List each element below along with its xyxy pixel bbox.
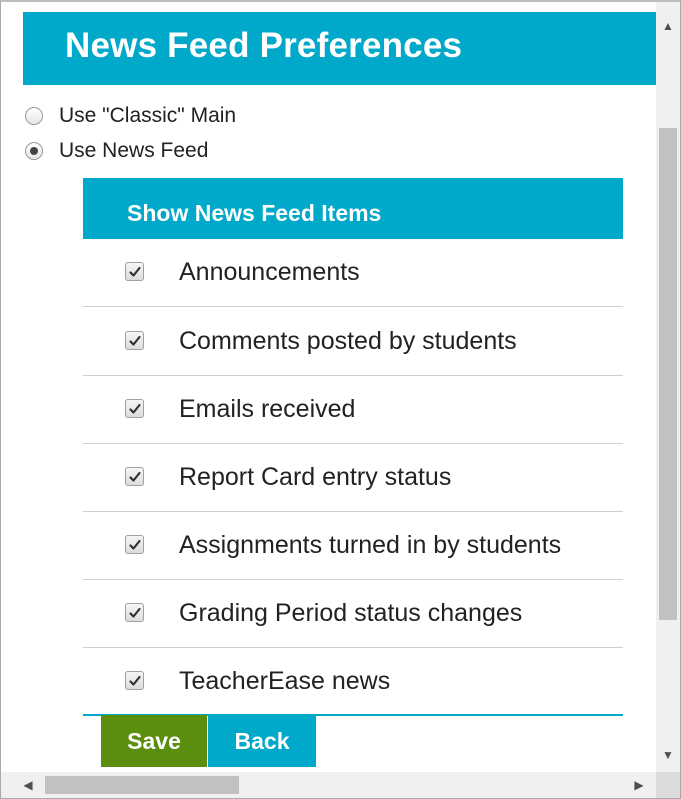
checkbox-teacherease-news[interactable] [125, 671, 144, 690]
checkbox-emails[interactable] [125, 399, 144, 418]
checkbox-assignments[interactable] [125, 535, 144, 554]
triangle-up-icon[interactable]: ▲ [656, 14, 680, 38]
list-item-comments: Comments posted by students [83, 308, 623, 376]
checkmark-icon [128, 471, 141, 482]
item-label[interactable]: Grading Period status changes [179, 599, 522, 628]
triangle-left-icon[interactable]: ◀ [17, 772, 39, 798]
item-label[interactable]: TeacherEase news [179, 667, 390, 696]
checkmark-icon [128, 335, 141, 346]
item-label[interactable]: Comments posted by students [179, 327, 517, 356]
page-header: News Feed Preferences [23, 12, 656, 85]
radio-button-checked[interactable] [25, 142, 43, 160]
radio-classic-main[interactable]: Use "Classic" Main [25, 103, 236, 129]
horizontal-scroll-thumb[interactable] [45, 776, 239, 794]
radio-label-classic[interactable]: Use "Classic" Main [59, 104, 236, 128]
scrollbar-corner [656, 772, 680, 798]
checkmark-icon [128, 539, 141, 550]
radio-button-unchecked[interactable] [25, 107, 43, 125]
item-label[interactable]: Emails received [179, 395, 355, 424]
list-item-emails: Emails received [83, 376, 623, 444]
list-item-grading-period: Grading Period status changes [83, 580, 623, 648]
list-item-teacherease-news: TeacherEase news [83, 648, 623, 716]
triangle-down-icon[interactable]: ▼ [656, 743, 680, 767]
list-item-report-card: Report Card entry status [83, 444, 623, 512]
vertical-scrollbar[interactable]: ▲ ▼ [656, 2, 680, 773]
list-item-announcements: Announcements [83, 239, 623, 307]
checkmark-icon [128, 403, 141, 414]
item-label[interactable]: Announcements [179, 258, 360, 287]
checkmark-icon [128, 266, 141, 277]
checkbox-comments[interactable] [125, 331, 144, 350]
panel-title: Show News Feed Items [127, 200, 382, 226]
checkbox-report-card[interactable] [125, 467, 144, 486]
checkmark-icon [128, 675, 141, 686]
save-button[interactable]: Save [101, 715, 207, 767]
item-label[interactable]: Assignments turned in by students [179, 531, 561, 560]
checkbox-grading-period[interactable] [125, 603, 144, 622]
radio-news-feed[interactable]: Use News Feed [25, 138, 208, 164]
checkbox-announcements[interactable] [125, 262, 144, 281]
triangle-right-icon[interactable]: ▶ [628, 772, 650, 798]
vertical-scroll-thumb[interactable] [659, 128, 677, 620]
horizontal-scrollbar[interactable]: ◀ ▶ [1, 772, 658, 798]
checkmark-icon [128, 607, 141, 618]
page-content: News Feed Preferences Use "Classic" Main… [1, 2, 658, 773]
news-feed-items-panel: Show News Feed Items Announcements Comme… [83, 178, 623, 718]
browser-frame: News Feed Preferences Use "Classic" Main… [0, 0, 681, 799]
radio-label-news-feed[interactable]: Use News Feed [59, 139, 208, 163]
list-item-assignments: Assignments turned in by students [83, 512, 623, 580]
item-label[interactable]: Report Card entry status [179, 463, 451, 492]
page-title: News Feed Preferences [65, 26, 463, 65]
panel-header: Show News Feed Items [83, 178, 623, 239]
back-button[interactable]: Back [208, 715, 316, 767]
